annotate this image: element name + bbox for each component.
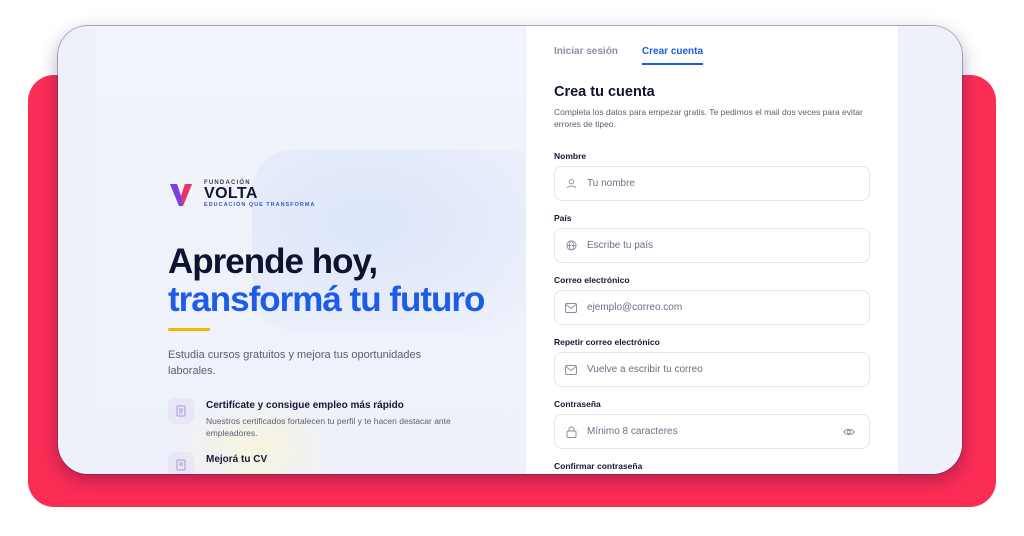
password-input[interactable] [587,426,847,437]
eye-icon[interactable] [843,426,855,438]
globe-icon [565,240,577,252]
document-icon [168,452,194,474]
hero-panel: FUNDACIÓN VOLTA EDUCACIÓN QUE TRANSFORMA… [96,26,542,474]
hero-title-line2: transformá tu futuro [168,280,485,319]
feature-item: Mejorá tu CV [168,452,267,474]
certificate-icon [168,398,194,424]
brand-name: VOLTA [204,185,258,202]
name-label: Nombre [554,151,587,161]
hero-title-line1: Aprende hoy, [168,242,378,281]
email-label: Correo electrónico [554,275,630,285]
volta-logo-icon [170,184,192,206]
country-label: País [554,213,572,223]
auth-panel: Iniciar sesión Crear cuenta Crea tu cuen… [526,26,898,474]
email-confirm-field [554,352,870,387]
screenshot-stage: FUNDACIÓN VOLTA EDUCACIÓN QUE TRANSFORMA… [0,0,1024,536]
email-field [554,290,870,325]
name-input[interactable] [587,178,847,189]
tab-register[interactable]: Crear cuenta [641,46,704,65]
mail-icon [565,364,577,376]
feature-title: Mejorá tu CV [206,454,268,465]
form-title: Crea tu cuenta [554,84,655,100]
brand-logo: FUNDACIÓN VOLTA EDUCACIÓN QUE TRANSFORMA [168,180,315,208]
user-icon [565,178,577,190]
right-margin [898,26,962,474]
mail-icon [565,302,577,314]
tab-login[interactable]: Iniciar sesión [554,46,618,65]
browser-frame: FUNDACIÓN VOLTA EDUCACIÓN QUE TRANSFORMA… [58,26,962,474]
form-subtitle: Completa los datos para empezar gratis. … [554,107,863,129]
email-confirm-label: Repetir correo electrónico [554,337,660,347]
auth-tabs: Iniciar sesión Crear cuenta [554,46,704,65]
lock-icon [565,425,577,438]
email-confirm-input[interactable] [587,364,847,375]
brand-tagline: EDUCACIÓN QUE TRANSFORMA [204,202,316,208]
hero-intro: Estudia cursos gratuitos y mejora tus op… [168,349,422,377]
name-field [554,166,870,201]
password-label: Contraseña [554,399,601,409]
email-input[interactable] [587,302,847,313]
password-confirm-label: Confirmar contraseña [554,461,643,471]
country-input[interactable] [587,240,847,251]
country-field [554,228,870,263]
feature-item: Certifícate y consigue empleo más rápido… [168,398,476,439]
accent-divider [168,328,210,331]
feature-description: Nuestros certificados fortalecen tu perf… [206,416,451,438]
feature-title: Certifícate y consigue empleo más rápido [206,400,404,411]
password-field [554,414,870,449]
